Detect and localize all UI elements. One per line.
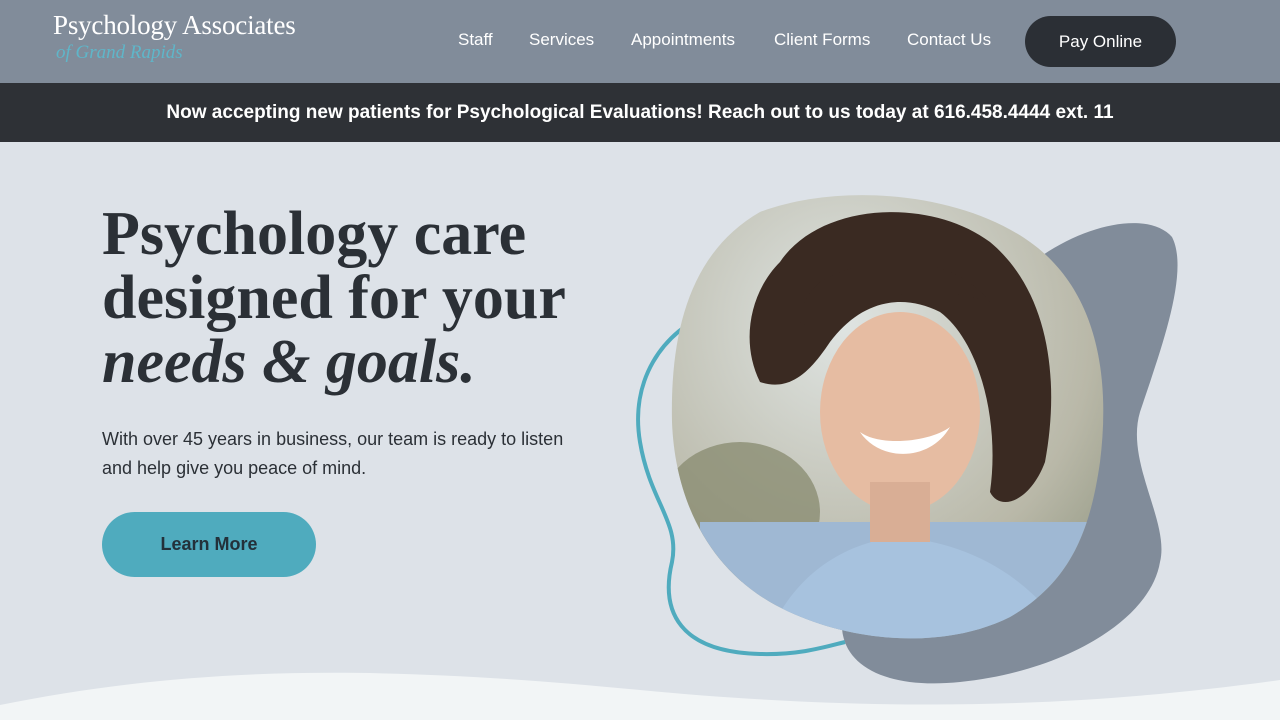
nav-item-contact-us[interactable]: Contact Us: [907, 30, 991, 50]
nav-item-staff[interactable]: Staff: [458, 30, 493, 50]
hero-section: Psychology care designed for your needs …: [0, 142, 1280, 720]
headline-line-3: needs & goals.: [102, 328, 476, 396]
logo-sub-text: of Grand Rapids: [56, 42, 183, 63]
site-logo[interactable]: Psychology Associates of Grand Rapids: [53, 10, 296, 64]
headline-line-1: Psychology care: [102, 200, 527, 268]
bottom-wave-divider: [0, 672, 1280, 720]
logo-main-text: Psychology Associates: [53, 10, 296, 40]
headline-line-2: designed for your: [102, 264, 566, 332]
site-header: Psychology Associates of Grand Rapids St…: [0, 0, 1280, 83]
hero-description: With over 45 years in business, our team…: [102, 429, 564, 478]
nav-item-client-forms[interactable]: Client Forms: [774, 30, 870, 50]
hero-headline: Psychology care designed for your needs …: [102, 202, 622, 394]
learn-more-button[interactable]: Learn More: [102, 512, 316, 577]
nav-item-appointments[interactable]: Appointments: [631, 30, 735, 50]
pay-online-button[interactable]: Pay Online: [1025, 16, 1176, 67]
announcement-bar: Now accepting new patients for Psycholog…: [0, 83, 1280, 142]
nav-item-services[interactable]: Services: [529, 30, 594, 50]
